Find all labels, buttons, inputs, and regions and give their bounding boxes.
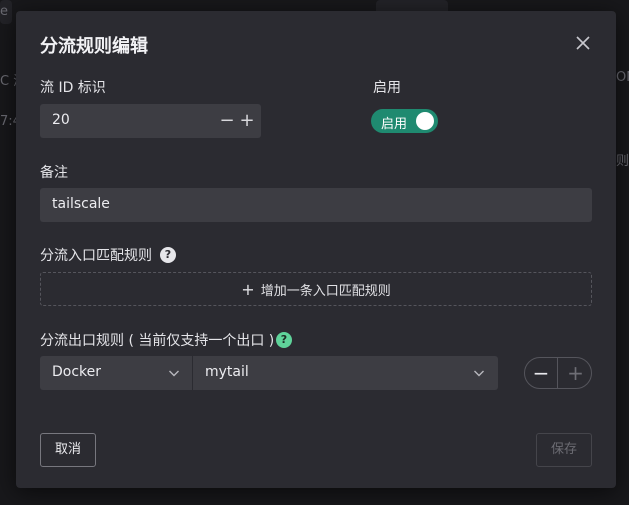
bg-text-fragment: ON	[616, 70, 629, 85]
egress-rules-label: 分流出口规则 ( 当前仅支持一个出口 )	[40, 333, 275, 349]
bg-text-fragment: C 源	[0, 74, 16, 89]
help-icon[interactable]: ?	[276, 332, 292, 348]
decrement-button[interactable]: −	[219, 111, 235, 131]
egress-target-select[interactable]: mytail	[193, 356, 498, 390]
egress-type-value: Docker	[52, 364, 102, 380]
remove-egress-button[interactable]: −	[525, 358, 558, 388]
enable-toggle[interactable]: 启用	[371, 109, 438, 133]
plus-icon: +	[241, 280, 255, 299]
increment-button[interactable]: +	[239, 111, 255, 131]
egress-type-select[interactable]: Docker	[40, 356, 192, 390]
cancel-button[interactable]: 取消	[40, 433, 96, 467]
add-rule-label: 增加一条入口匹配规则	[260, 284, 391, 299]
flow-id-label: 流 ID 标识	[40, 80, 106, 96]
egress-target-value: mytail	[205, 364, 249, 380]
toggle-knob	[416, 112, 434, 130]
bg-text-fragment: e	[0, 4, 8, 19]
egress-add-remove-group: − +	[524, 357, 592, 389]
note-value[interactable]: tailscale	[52, 196, 110, 212]
bg-text-fragment: 7:4	[0, 114, 16, 129]
add-ingress-rule-button[interactable]: + 增加一条入口匹配规则	[40, 272, 592, 306]
enable-label: 启用	[373, 80, 401, 96]
add-egress-button[interactable]: +	[559, 358, 592, 388]
save-button[interactable]: 保存	[536, 433, 592, 467]
toggle-text: 启用	[381, 117, 408, 132]
help-icon[interactable]: ?	[160, 247, 176, 263]
dialog-title: 分流规则编辑	[40, 36, 148, 57]
flow-id-input[interactable]: 20 − +	[40, 104, 261, 138]
close-icon[interactable]	[573, 33, 593, 53]
flow-rule-edit-dialog: 分流规则编辑 流 ID 标识 20 − + 启用 启用 备注 tailscale…	[16, 11, 616, 488]
chevron-down-icon	[169, 370, 179, 377]
note-label: 备注	[40, 165, 68, 181]
ingress-rules-label: 分流入口匹配规则	[40, 248, 152, 264]
bg-text-fragment: 则	[616, 154, 629, 169]
note-input[interactable]: tailscale	[40, 188, 592, 222]
chevron-down-icon	[474, 370, 484, 377]
flow-id-value[interactable]: 20	[52, 112, 70, 128]
